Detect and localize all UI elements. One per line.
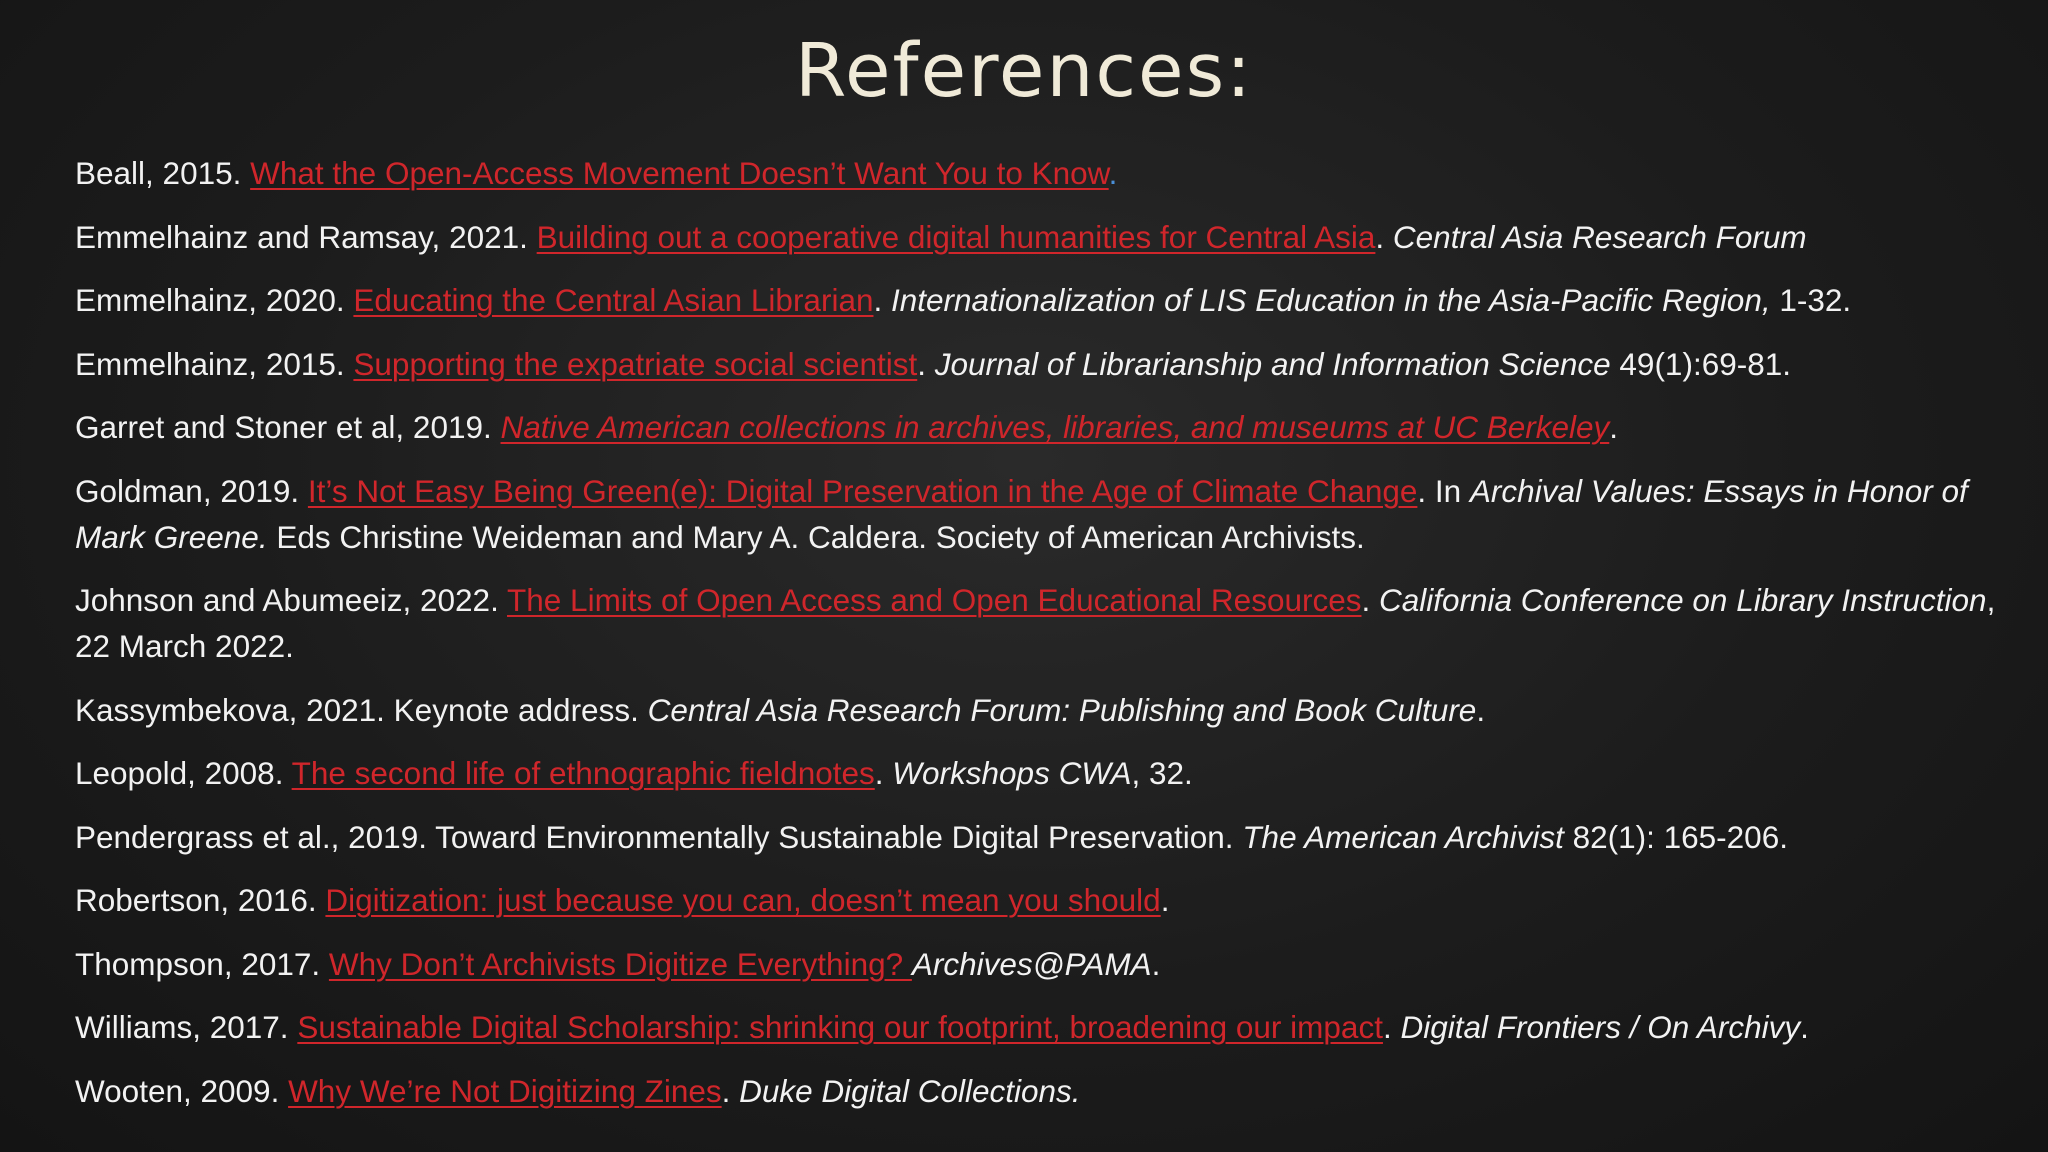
reference-tail: , 32. [1131, 755, 1193, 791]
reference-item: Emmelhainz, 2015. Supporting the expatri… [75, 341, 2005, 387]
reference-item: Pendergrass et al., 2019. Toward Environ… [75, 814, 2005, 860]
page-title: References: [794, 28, 1254, 114]
reference-link[interactable]: Supporting the expatriate social scienti… [353, 346, 917, 382]
reference-citation: Goldman, 2019. [75, 472, 308, 509]
reference-punctuation: . [873, 282, 891, 318]
reference-punctuation: . [917, 345, 935, 382]
reference-item: Emmelhainz, 2020. Educating the Central … [75, 277, 2005, 323]
reference-tail: 49(1):69-81. [1610, 345, 1792, 382]
reference-item: Emmelhainz and Ramsay, 2021. Building ou… [75, 214, 2005, 260]
slide: References: Beall, 2015. What the Open-A… [0, 0, 2048, 1152]
reference-source: Archives@PAMA [911, 945, 1152, 982]
reference-link[interactable]: Why Don’t Archivists Digitize Everything… [329, 946, 912, 982]
reference-item: Thompson, 2017. Why Don’t Archivists Dig… [75, 941, 2005, 987]
reference-tail: . [1800, 1009, 1809, 1045]
reference-item: Johnson and Abumeeiz, 2022. The Limits o… [75, 577, 2005, 669]
reference-source: Central Asia Research Forum [1392, 218, 1807, 255]
reference-source: Internationalization of LIS Education in… [891, 282, 1771, 318]
reference-punctuation: . In [1417, 472, 1470, 509]
reference-link[interactable]: Native American collections in archives,… [501, 409, 1610, 445]
reference-punctuation: . [1361, 582, 1379, 618]
reference-citation: Johnson and Abumeeiz, 2022. [75, 582, 508, 618]
reference-item: Williams, 2017. Sustainable Digital Scho… [75, 1004, 2005, 1050]
reference-citation: Williams, 2017. [75, 1009, 298, 1045]
reference-tail: 82(1): 165-206. [1563, 818, 1788, 855]
reference-link[interactable]: The second life of ethnographic fieldnot… [292, 755, 875, 791]
reference-source: Journal of Librarianship and Information… [934, 345, 1611, 382]
reference-punctuation: . [1382, 1009, 1401, 1045]
reference-punctuation: . [1609, 409, 1619, 445]
reference-link[interactable]: Why We’re Not Digitizing Zines [288, 1073, 722, 1109]
reference-link[interactable]: Educating the Central Asian Librarian [353, 282, 873, 318]
reference-item: Wooten, 2009. Why We’re Not Digitizing Z… [75, 1068, 2005, 1114]
reference-citation: Wooten, 2009. [75, 1072, 289, 1109]
reference-item: Robertson, 2016. Digitization: just beca… [75, 877, 2005, 923]
reference-tail: . [1476, 691, 1486, 728]
reference-link[interactable]: What the Open-Access Movement Doesn’t Wa… [250, 155, 1109, 191]
reference-source: Duke Digital Collections. [739, 1072, 1081, 1109]
reference-item: Beall, 2015. What the Open-Access Moveme… [75, 150, 2005, 196]
reference-punctuation: . [1375, 218, 1393, 255]
reference-link[interactable]: Building out a cooperative digital human… [537, 219, 1376, 255]
reference-tail: . [1151, 945, 1161, 982]
reference-item: Kassymbekova, 2021. Keynote address. Cen… [75, 687, 2005, 733]
reference-list: Beall, 2015. What the Open-Access Moveme… [75, 150, 2005, 1131]
reference-item: Leopold, 2008. The second life of ethnog… [75, 750, 2005, 796]
reference-tail: 1-32. [1770, 282, 1852, 318]
reference-source: California Conference on Library Instruc… [1379, 582, 1987, 618]
reference-source: Central Asia Research Forum: Publishing … [647, 691, 1477, 728]
reference-citation: Thompson, 2017. [75, 945, 329, 982]
reference-item: Goldman, 2019. It’s Not Easy Being Green… [75, 468, 2005, 560]
reference-link[interactable]: Sustainable Digital Scholarship: shrinki… [297, 1009, 1383, 1045]
reference-source: Digital Frontiers / On Archivy [1400, 1009, 1801, 1045]
reference-source: Workshops CWA [892, 755, 1132, 791]
reference-punctuation: . [1108, 155, 1118, 191]
reference-tail: Eds Christine Weideman and Mary A. Calde… [267, 518, 1365, 555]
reference-citation: Pendergrass et al., 2019. Toward Environ… [75, 818, 1243, 855]
reference-citation: Robertson, 2016. [75, 882, 326, 918]
reference-citation: Garret and Stoner et al, 2019. [75, 409, 501, 445]
reference-citation: Leopold, 2008. [75, 755, 292, 791]
reference-link[interactable]: Digitization: just because you can, does… [325, 882, 1160, 918]
reference-item: Garret and Stoner et al, 2019. Native Am… [75, 404, 2005, 450]
reference-source: The American Archivist [1242, 818, 1564, 855]
reference-link[interactable]: It’s Not Easy Being Green(e): Digital Pr… [308, 473, 1417, 509]
reference-punctuation: . [721, 1072, 740, 1109]
reference-citation: Emmelhainz, 2015. [75, 345, 354, 382]
reference-punctuation: . [1160, 882, 1170, 918]
reference-link[interactable]: The Limits of Open Access and Open Educa… [507, 582, 1361, 618]
reference-citation: Emmelhainz, 2020. [75, 282, 354, 318]
reference-citation: Emmelhainz and Ramsay, 2021. [75, 218, 537, 255]
reference-citation: Beall, 2015. [75, 155, 251, 191]
reference-citation: Kassymbekova, 2021. Keynote address. [75, 691, 648, 728]
reference-punctuation: . [874, 755, 893, 791]
